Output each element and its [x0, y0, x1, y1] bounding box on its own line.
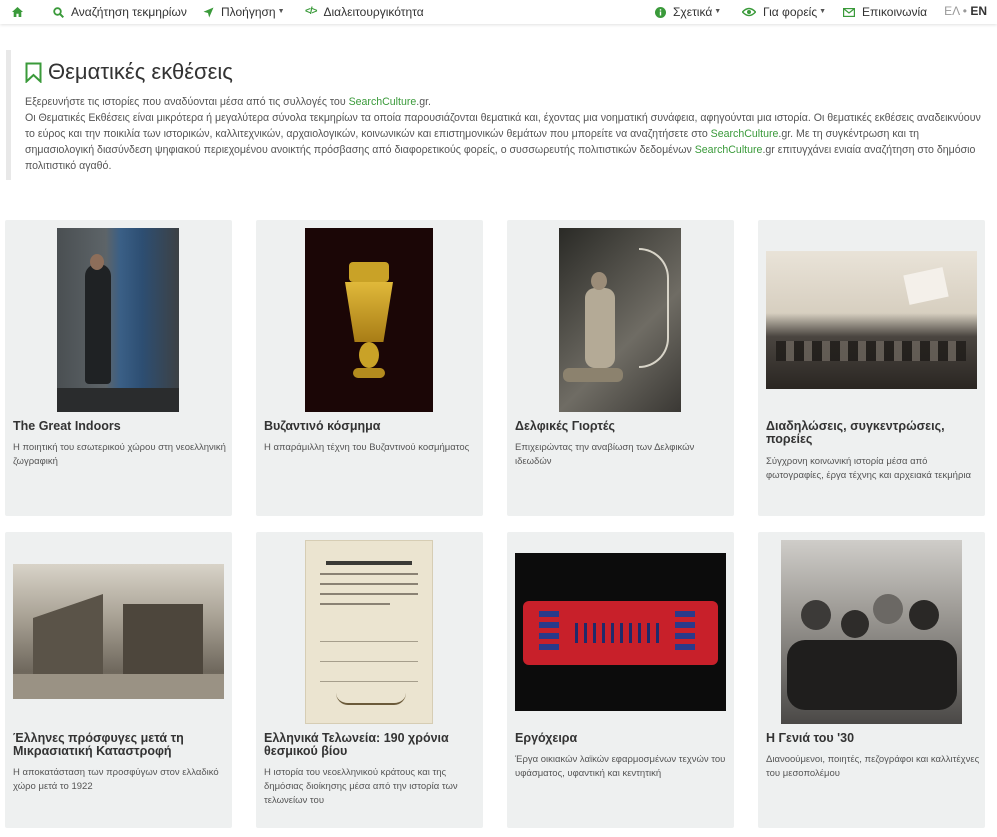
bookmark-icon — [25, 62, 42, 83]
searchculture-link[interactable]: SearchCulture — [695, 144, 763, 156]
exhibition-title: Η Γενιά του '30 — [766, 731, 855, 745]
exhibition-image — [305, 228, 433, 412]
lang-el-link[interactable]: ΕΛ — [944, 4, 959, 18]
exhibition-title: The Great Indoors — [13, 419, 121, 433]
exhibition-card[interactable]: Έλληνες πρόσφυγες μετά τη Μικρασιατική Κ… — [5, 532, 232, 828]
envelope-icon — [843, 7, 855, 17]
chevron-down-icon: ▼ — [714, 8, 722, 15]
exhibition-description: Η αποκατάσταση των προσφύγων στον ελλαδι… — [13, 767, 219, 792]
exhibition-image — [781, 540, 962, 724]
exhibition-image — [305, 540, 433, 724]
chevron-down-icon: ▼ — [277, 8, 285, 15]
nav-browse-label: Πλοήγηση — [221, 5, 276, 19]
exhibition-image — [559, 228, 681, 412]
home-icon — [12, 7, 23, 17]
page-title: Θεματικές εκθέσεις — [48, 59, 233, 84]
exhibition-title: Έλληνες πρόσφυγες μετά τη Μικρασιατική Κ… — [13, 731, 184, 758]
exhibition-image — [766, 251, 977, 389]
top-navbar: Αναζήτηση τεκμηρίων Πλοήγηση ▼ </> Διαλε… — [0, 0, 997, 24]
searchculture-link[interactable]: SearchCulture — [349, 96, 417, 108]
exhibition-image — [515, 553, 726, 711]
nav-providers-label: Για φορείς — [763, 5, 818, 19]
exhibition-card[interactable]: Δελφικές Γιορτές Επιχειρώντας την αναβίω… — [507, 220, 734, 516]
exhibition-title: Διαδηλώσεις, συγκεντρώσεις, πορείες — [766, 419, 945, 446]
nav-interoperability[interactable]: </> Διαλειτουργικότητα — [305, 0, 424, 24]
exhibition-card[interactable]: Η Γενιά του '30 Διανοούμενοι, ποιητές, π… — [758, 532, 985, 828]
exhibition-image — [57, 228, 179, 412]
nav-browse[interactable]: Πλοήγηση ▼ — [203, 0, 285, 24]
exhibition-title: Εργόχειρα — [515, 731, 578, 745]
intro-text-segment: .gr. — [416, 96, 432, 108]
exhibition-description: Η απαράμιλλη τέχνη του Βυζαντινού κοσμήμ… — [264, 442, 470, 453]
nav-contact[interactable]: Επικοινωνία — [843, 0, 927, 24]
exhibition-description: Διανοούμενοι, ποιητές, πεζογράφοι και κα… — [766, 754, 980, 779]
nav-contact-label: Επικοινωνία — [862, 5, 928, 19]
chevron-down-icon: ▼ — [819, 8, 827, 15]
eye-icon — [742, 7, 756, 17]
navigation-arrow-icon — [203, 7, 214, 18]
nav-about-label: Σχετικά — [673, 5, 713, 19]
info-icon — [655, 6, 666, 18]
exhibition-card[interactable]: Βυζαντινό κόσμημα Η απαράμιλλη τέχνη του… — [256, 220, 483, 516]
exhibition-title: Ελληνικά Τελωνεία: 190 χρόνια θεσμικού β… — [264, 731, 449, 758]
exhibition-description: Σύγχρονη κοινωνική ιστορία μέσα από φωτο… — [766, 456, 971, 481]
exhibition-card[interactable]: The Great Indoors Η ποιητική του εσωτερι… — [5, 220, 232, 516]
lang-separator: • — [962, 4, 967, 18]
home-link[interactable] — [12, 0, 30, 24]
language-switcher: ΕΛ • EN — [944, 0, 987, 24]
code-icon: </> — [305, 6, 318, 17]
search-icon — [53, 6, 64, 18]
nav-interoperability-label: Διαλειτουργικότητα — [323, 5, 424, 19]
exhibition-card[interactable]: Ελληνικά Τελωνεία: 190 χρόνια θεσμικού β… — [256, 532, 483, 828]
intro-panel: Θεματικές εκθέσεις Εξερευνήστε τις ιστορ… — [6, 50, 997, 180]
exhibition-description: Επιχειρώντας την αναβίωση των Δελφικών ι… — [515, 442, 695, 467]
searchculture-link[interactable]: SearchCulture — [711, 128, 779, 140]
exhibition-image — [13, 564, 224, 699]
exhibition-description: Έργα οικιακών λαϊκών εφαρμοσμένων τεχνών… — [515, 754, 726, 779]
page-heading: Θεματικές εκθέσεις — [25, 58, 997, 86]
intro-text-segment: Εξερευνήστε τις ιστορίες που αναδύονται … — [25, 96, 349, 108]
nav-providers[interactable]: Για φορείς ▼ — [742, 0, 826, 24]
exhibition-description: Η ιστορία του νεοελληνικού κράτους και τ… — [264, 767, 458, 806]
exhibition-description: Η ποιητική του εσωτερικού χώρου στη νεοε… — [13, 442, 226, 467]
nav-about[interactable]: Σχετικά ▼ — [655, 0, 721, 24]
nav-search-label: Αναζήτηση τεκμηρίων — [71, 5, 187, 19]
intro-description: Εξερευνήστε τις ιστορίες που αναδύονται … — [25, 94, 987, 174]
lang-en-link[interactable]: EN — [970, 4, 987, 18]
exhibition-title: Βυζαντινό κόσμημα — [264, 419, 381, 433]
exhibition-title: Δελφικές Γιορτές — [515, 419, 616, 433]
exhibition-card[interactable]: Διαδηλώσεις, συγκεντρώσεις, πορείες Σύγχ… — [758, 220, 985, 516]
exhibition-card[interactable]: Εργόχειρα Έργα οικιακών λαϊκών εφαρμοσμέ… — [507, 532, 734, 828]
nav-search[interactable]: Αναζήτηση τεκμηρίων — [53, 0, 187, 24]
